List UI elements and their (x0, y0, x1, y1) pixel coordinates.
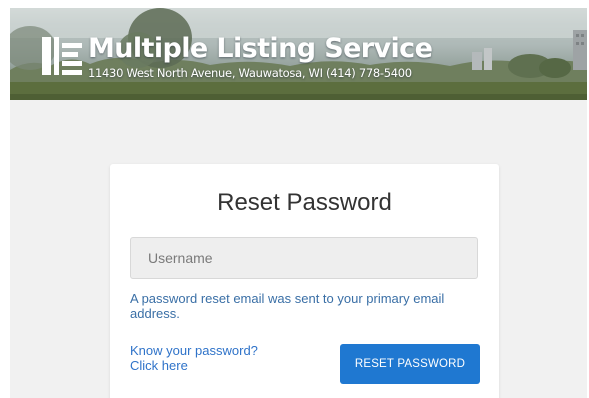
site-title: Multiple Listing Service (88, 33, 433, 64)
page-title: Reset Password (217, 189, 392, 216)
click-here-text: Click here (130, 358, 188, 373)
reset-password-card: Reset Password A password reset email wa… (110, 164, 499, 398)
know-password-text: Know your password? (130, 343, 258, 358)
username-input[interactable] (130, 237, 478, 279)
header-banner: Multiple Listing Service 11430 West Nort… (10, 8, 587, 100)
know-password-link[interactable]: Know your password? Click here (130, 343, 310, 373)
mls-logo-icon (42, 37, 82, 75)
page-frame: Multiple Listing Service 11430 West Nort… (10, 8, 587, 398)
reset-confirmation-message: A password reset email was sent to your … (130, 291, 445, 321)
reset-password-button[interactable]: RESET PASSWORD (340, 344, 480, 384)
site-address: 11430 West North Avenue, Wauwatosa, WI (… (88, 66, 412, 80)
